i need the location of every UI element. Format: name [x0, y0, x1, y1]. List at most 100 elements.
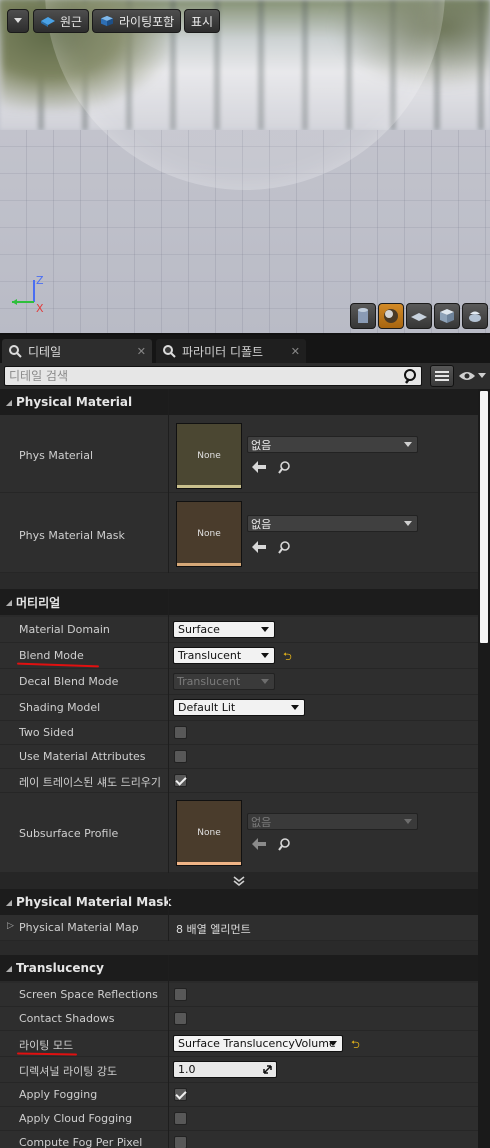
preview-plane-button[interactable]: [406, 303, 432, 329]
view-options-button[interactable]: [458, 367, 488, 385]
category-material[interactable]: ◢ 머티리얼: [0, 589, 478, 615]
property-label: Phys Material Mask: [19, 529, 125, 542]
preview-cube-button[interactable]: [434, 303, 460, 329]
scrollbar-thumb[interactable]: [480, 391, 488, 643]
thumbnail-text: None: [197, 529, 221, 539]
close-icon[interactable]: ✕: [291, 345, 300, 358]
tab-parameter-defaults-label: 파라미터 디폴트: [182, 344, 264, 359]
browse-asset-icon[interactable]: [278, 541, 291, 554]
lighting-mode-dropdown[interactable]: Surface TranslucencyVolume: [173, 1035, 343, 1052]
shading-model-dropdown[interactable]: Default Lit: [173, 699, 305, 716]
browse-asset-icon[interactable]: [278, 461, 291, 474]
expand-arrow-icon[interactable]: ▷: [7, 921, 14, 931]
cast-ray-traced-shadows-checkbox[interactable]: [174, 774, 187, 787]
asset-type-color-bar: [177, 485, 241, 488]
use-selected-asset-icon[interactable]: [252, 461, 266, 473]
collapse-arrow-icon: ◢: [5, 597, 13, 607]
axis-z-label: Z: [36, 274, 44, 287]
preview-sphere-button[interactable]: [378, 303, 404, 329]
contact-shadows-checkbox[interactable]: [174, 1012, 187, 1025]
reset-to-default-icon[interactable]: ⮌: [283, 648, 292, 667]
property-label: Shading Model: [19, 701, 101, 714]
details-scrollbar[interactable]: [478, 389, 490, 1148]
use-selected-asset-icon[interactable]: [252, 541, 266, 553]
property-label: Phys Material: [19, 449, 94, 462]
dropdown-value: Translucent: [177, 675, 241, 688]
material-domain-dropdown[interactable]: Surface: [173, 621, 275, 638]
category-title: 머티리얼: [16, 595, 61, 610]
asset-picker-dropdown[interactable]: 없음: [247, 436, 418, 453]
property-label: Blend Mode: [19, 649, 84, 662]
close-icon[interactable]: ✕: [137, 345, 146, 358]
annotation-underline: [16, 662, 100, 668]
thumbnail-text: None: [197, 828, 221, 838]
dropdown-value: Surface TranslucencyVolume: [178, 1037, 336, 1050]
category-translucency[interactable]: ◢ Translucency: [0, 955, 478, 981]
property-row-blend-mode: Blend Mode Translucent ⮌: [0, 643, 478, 669]
category-physical-material[interactable]: ◢ Physical Material: [0, 389, 478, 415]
details-search-row: [0, 363, 490, 389]
show-button[interactable]: 표시: [184, 9, 221, 33]
collapse-arrow-icon: ◢: [5, 397, 13, 407]
magnifier-icon: [9, 345, 22, 358]
lighting-mode-button[interactable]: 라이팅포함: [92, 9, 182, 33]
decal-blend-mode-dropdown: Translucent: [173, 673, 275, 690]
advanced-expander[interactable]: [0, 873, 478, 889]
cube-icon: [440, 309, 454, 323]
apply-fogging-checkbox[interactable]: [174, 1088, 187, 1101]
viewport-options-button[interactable]: [7, 9, 29, 33]
reset-to-default-icon[interactable]: ⮌: [351, 1036, 360, 1055]
property-label: Compute Fog Per Pixel: [19, 1136, 143, 1148]
axis-x-label: X: [36, 302, 44, 315]
browse-asset-icon[interactable]: [278, 838, 291, 851]
property-label: Physical Material Map: [19, 921, 139, 934]
material-preview-viewport[interactable]: 원근 라이팅포함 표시 Z X: [0, 0, 490, 335]
property-row-two-sided: Two Sided: [0, 721, 478, 745]
drag-slider-icon[interactable]: [263, 1065, 272, 1074]
category-physical-material-mask[interactable]: ◢ Physical Material Mask: [0, 889, 478, 915]
property-matrix-button[interactable]: [430, 365, 454, 387]
use-material-attributes-checkbox[interactable]: [174, 750, 187, 763]
details-panel: ◢ Physical Material Phys Material None 없…: [0, 389, 478, 1148]
property-row-compute-fog-per-pixel: Compute Fog Per Pixel: [0, 1131, 478, 1148]
column-divider: [168, 415, 169, 573]
details-search-input[interactable]: [4, 366, 422, 386]
expand-advanced-icon: [233, 876, 245, 886]
asset-thumbnail[interactable]: None: [176, 800, 242, 866]
asset-thumbnail[interactable]: None: [176, 501, 242, 567]
apply-cloud-fogging-checkbox[interactable]: [174, 1112, 187, 1125]
tab-details[interactable]: 디테일 ✕: [2, 339, 152, 363]
chevron-down-icon: [291, 705, 299, 710]
numeric-value: 1.0: [178, 1063, 196, 1076]
column-divider: [168, 589, 169, 873]
property-row-shading-model: Shading Model Default Lit: [0, 695, 478, 721]
preview-custom-mesh-button[interactable]: [462, 303, 488, 329]
compute-fog-per-pixel-checkbox[interactable]: [174, 1136, 187, 1148]
column-divider: [168, 889, 169, 941]
eye-icon: [459, 372, 475, 380]
column-divider: [168, 389, 169, 415]
tab-parameter-defaults[interactable]: 파라미터 디폴트 ✕: [156, 339, 306, 363]
property-label: 라이팅 모드: [19, 1039, 74, 1052]
two-sided-checkbox[interactable]: [174, 726, 187, 739]
asset-picker-dropdown[interactable]: 없음: [247, 515, 418, 532]
show-label: 표시: [191, 14, 214, 29]
property-row-decal-blend-mode: Decal Blend Mode Translucent: [0, 669, 478, 695]
search-icon[interactable]: [403, 369, 419, 385]
asset-thumbnail[interactable]: None: [176, 423, 242, 489]
property-row-apply-cloud-fogging: Apply Cloud Fogging: [0, 1107, 478, 1131]
property-label: Decal Blend Mode: [19, 675, 119, 688]
property-row-phys-material-mask: Phys Material Mask None 없음: [0, 493, 478, 573]
property-row-apply-fogging: Apply Fogging: [0, 1083, 478, 1107]
perspective-label: 원근: [60, 14, 83, 29]
blend-mode-dropdown[interactable]: Translucent: [173, 647, 275, 664]
perspective-button[interactable]: 원근: [33, 9, 90, 33]
directional-lighting-intensity-field[interactable]: 1.0: [173, 1061, 277, 1078]
property-label: Use Material Attributes: [19, 750, 146, 763]
property-row-lighting-mode: 라이팅 모드 Surface TranslucencyVolume ⮌: [0, 1031, 478, 1057]
chevron-down-icon: [404, 442, 412, 447]
perspective-cube-icon: [41, 17, 55, 27]
preview-cylinder-button[interactable]: [350, 303, 376, 329]
property-row-use-material-attributes: Use Material Attributes: [0, 745, 478, 769]
screen-space-reflections-checkbox[interactable]: [174, 988, 187, 1001]
